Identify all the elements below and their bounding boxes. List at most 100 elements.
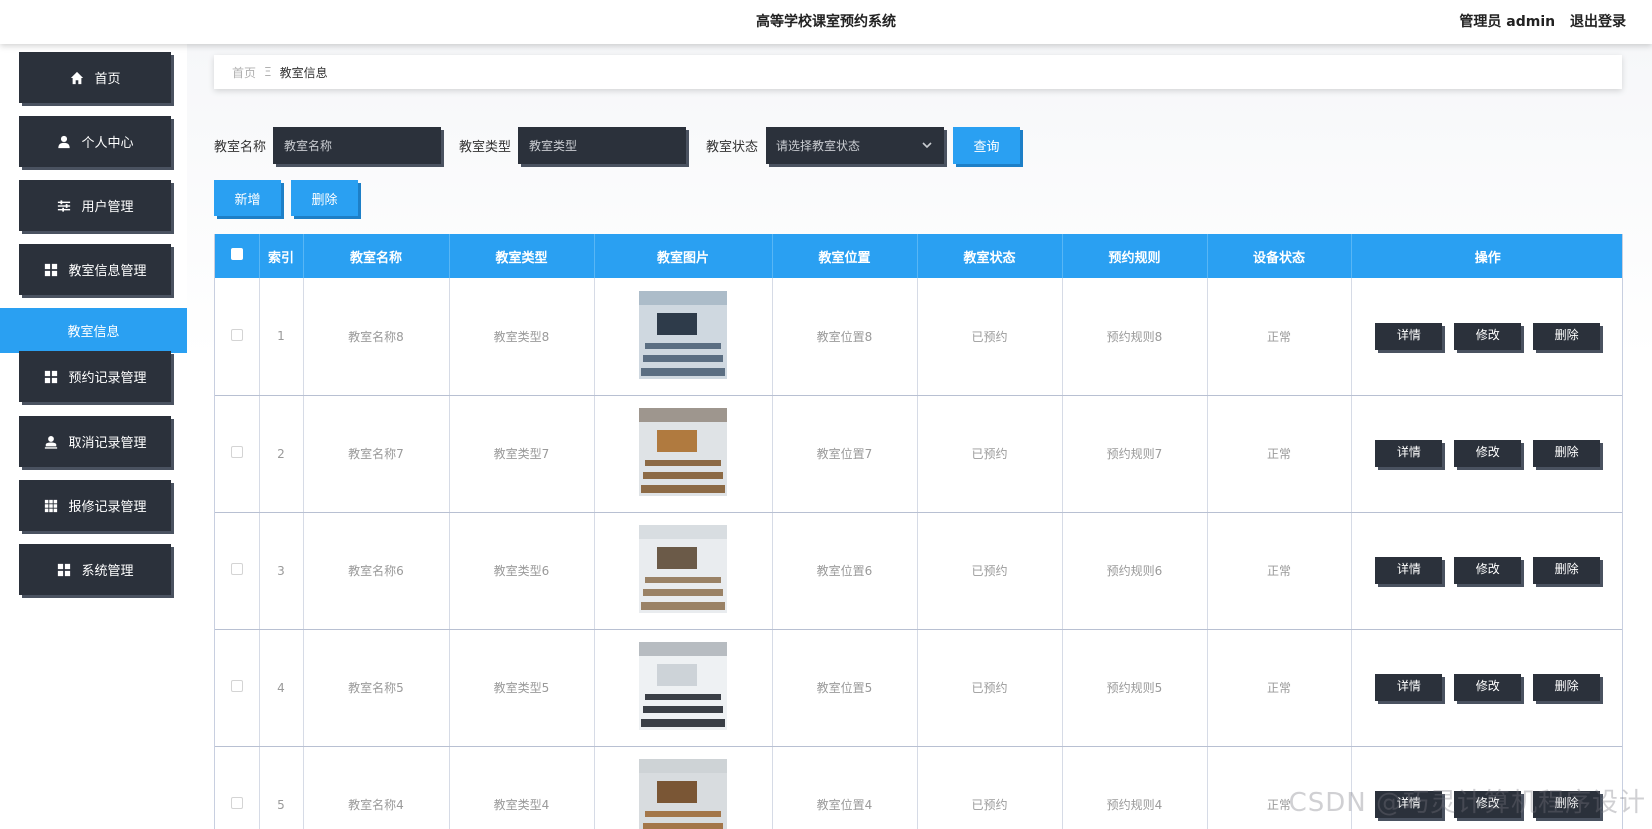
row-device: 正常 [1207,512,1352,630]
header-image: 教室图片 [594,234,773,278]
header-select-all[interactable] [215,234,260,278]
sidebar-item-system[interactable]: 系统管理 [19,544,171,595]
row-status: 已预约 [917,512,1063,630]
sliders-icon [56,199,72,213]
classroom-status-select[interactable]: 请选择教室状态 [766,127,944,164]
user-area: 管理员 admin 退出登录 [1459,11,1626,31]
apps-icon [43,499,59,513]
row-ops: 详情 修改 删除 [1351,629,1622,747]
row-index: 2 [259,395,304,513]
app-title: 高等学校课室预约系统 [756,14,896,30]
edit-button[interactable]: 修改 [1454,322,1522,350]
row-name: 教室名称8 [303,278,450,396]
row-checkbox[interactable] [230,680,243,692]
header-rule: 预约规则 [1062,234,1208,278]
row-index: 4 [259,629,304,747]
breadcrumb-home[interactable]: 首页 [232,64,256,81]
table-header-row: 索引 教室名称 教室类型 教室图片 教室位置 教室状态 预约规则 设备状态 操作 [215,234,1622,278]
table-row: 5 教室名称4 教室类型4 教室位置4 已预约 预约规则4 正常 详情 修改 删… [215,746,1622,829]
detail-button[interactable]: 详情 [1375,674,1443,701]
classroom-type-input[interactable] [518,127,686,164]
delete-button[interactable]: 删除 [1533,791,1601,818]
header-status: 教室状态 [917,234,1063,278]
edit-button[interactable]: 修改 [1454,557,1522,584]
row-select-cell [215,512,260,630]
breadcrumb-current: 教室信息 [279,65,328,80]
classroom-type-label: 教室类型 [459,140,512,155]
detail-button[interactable]: 详情 [1375,791,1443,818]
top-bar: 高等学校课室预约系统 管理员 admin 退出登录 [0,0,1652,44]
row-select-cell [215,746,260,829]
query-button[interactable]: 查询 [953,127,1020,164]
table-row: 1 教室名称8 教室类型8 教室位置8 已预约 预约规则8 正常 详情 修改 删… [215,278,1622,396]
home-icon [69,71,85,85]
grid-icon [43,370,59,384]
delete-button[interactable]: 删除 [1533,557,1601,584]
status-select-value: 请选择教室状态 [776,139,861,153]
edit-button[interactable]: 修改 [1454,674,1522,701]
table-row: 3 教室名称6 教室类型6 教室位置6 已预约 预约规则6 正常 详情 修改 删… [215,512,1622,630]
submenu-item-classroom[interactable]: 教室信息 [0,308,187,353]
edit-button[interactable]: 修改 [1454,791,1522,818]
row-device: 正常 [1207,746,1352,829]
row-type: 教室类型4 [449,746,595,829]
row-location: 教室位置6 [772,512,918,630]
sidebar-item-home[interactable]: 首页 [19,52,171,103]
row-rule: 预约规则5 [1062,629,1208,747]
row-location: 教室位置4 [772,746,918,829]
add-button[interactable]: 新增 [214,180,281,216]
header-device: 设备状态 [1207,234,1352,278]
table-row: 4 教室名称5 教室类型5 教室位置5 已预约 预约规则5 正常 详情 修改 删… [215,629,1622,747]
row-ops: 详情 修改 删除 [1351,395,1622,513]
row-location: 教室位置7 [772,395,918,513]
row-status: 已预约 [917,746,1063,829]
table-row: 2 教室名称7 教室类型7 教室位置7 已预约 预约规则7 正常 详情 修改 删… [215,395,1622,513]
row-rule: 预约规则4 [1062,746,1208,829]
row-ops: 详情 修改 删除 [1351,278,1622,396]
row-device: 正常 [1207,278,1352,396]
row-select-cell [215,629,260,747]
sidebar-item-cancel-records[interactable]: 取消记录管理 [19,416,171,467]
row-name: 教室名称6 [303,512,450,630]
row-type: 教室类型6 [449,512,595,630]
detail-button[interactable]: 详情 [1375,440,1443,467]
select-all-checkbox[interactable] [230,248,243,260]
classroom-table: 索引 教室名称 教室类型 教室图片 教室位置 教室状态 预约规则 设备状态 操作… [214,234,1623,829]
row-type: 教室类型5 [449,629,595,747]
row-status: 已预约 [917,629,1063,747]
row-status: 已预约 [917,278,1063,396]
row-checkbox[interactable] [230,797,243,809]
classroom-thumbnail[interactable] [639,759,727,829]
row-checkbox[interactable] [230,328,243,341]
classroom-thumbnail[interactable] [639,408,727,496]
row-type: 教室类型7 [449,395,595,513]
sidebar-item-booking-records[interactable]: 预约记录管理 [19,351,171,402]
delete-button[interactable]: 删除 [1533,322,1601,350]
detail-button[interactable]: 详情 [1375,557,1443,584]
row-ops: 详情 修改 删除 [1351,746,1622,829]
sidebar-item-classroom-info[interactable]: 教室信息管理 [19,244,171,295]
chevron-down-icon [922,139,932,149]
batch-delete-button[interactable]: 删除 [291,180,358,216]
classroom-thumbnail[interactable] [639,290,727,379]
detail-button[interactable]: 详情 [1375,322,1443,350]
row-device: 正常 [1207,629,1352,747]
delete-button[interactable]: 删除 [1533,440,1601,467]
sidebar-item-users[interactable]: 用户管理 [19,180,171,231]
edit-button[interactable]: 修改 [1454,440,1522,467]
header-index: 索引 [259,234,304,278]
delete-button[interactable]: 删除 [1533,674,1601,701]
logout-link[interactable]: 退出登录 [1570,14,1626,30]
classroom-thumbnail[interactable] [639,525,727,613]
grid-icon [56,563,72,577]
row-checkbox[interactable] [230,446,243,458]
breadcrumb: 首页 Ξ 教室信息 [214,55,1622,89]
row-select-cell [215,395,260,513]
row-checkbox[interactable] [230,563,243,575]
sidebar-item-profile[interactable]: 个人中心 [19,116,171,167]
sidebar-item-repair-records[interactable]: 报修记录管理 [19,480,171,531]
classroom-thumbnail[interactable] [639,642,727,730]
classroom-name-label: 教室名称 [214,140,267,155]
header-type: 教室类型 [449,234,595,278]
classroom-name-input[interactable] [273,127,441,164]
